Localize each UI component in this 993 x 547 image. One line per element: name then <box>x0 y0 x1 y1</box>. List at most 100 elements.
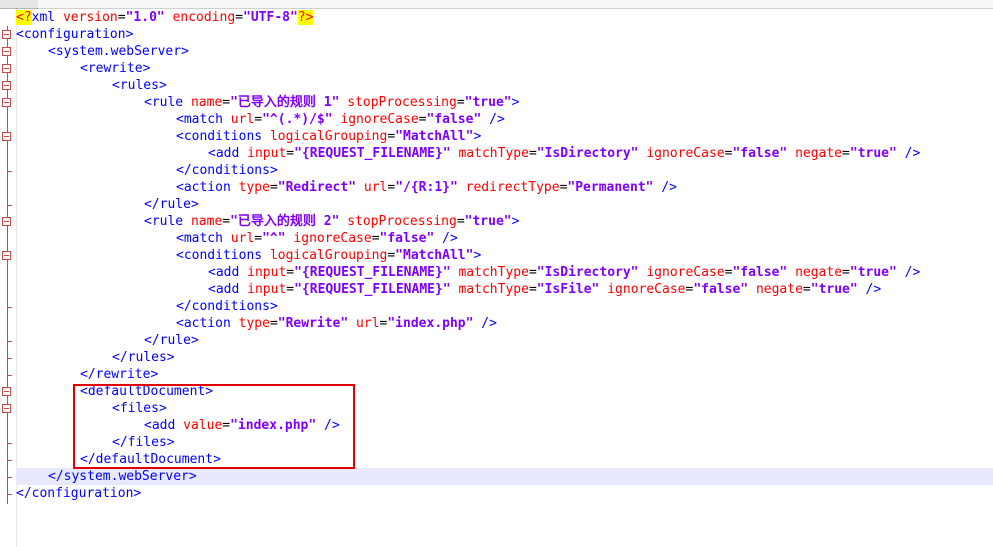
code-token-tag: add <box>215 265 240 280</box>
code-token-eq: = <box>286 265 295 280</box>
xml-editor[interactable]: <?xml version="1.0" encoding="UTF-8"?> <c… <box>0 0 993 547</box>
code-token-attr: negate <box>795 265 843 280</box>
code-token-bracket: < <box>80 61 88 76</box>
code-token-tag: match <box>183 112 223 127</box>
code-token-attr: matchType <box>458 265 529 280</box>
code-token-bracket: < <box>80 384 88 399</box>
code-token-attr: url <box>356 316 380 331</box>
code-token-val: "^(.*)/$" <box>262 112 333 127</box>
code-token-attr: logicalGrouping <box>269 129 388 144</box>
fold-margin[interactable] <box>0 9 17 547</box>
code-token-bracket: </ <box>80 367 96 382</box>
code-token-tag: configuration <box>31 486 134 501</box>
code-line[interactable]: <add input="{REQUEST_FILENAME}" matchTyp… <box>16 264 993 281</box>
code-token-eq: = <box>456 95 465 110</box>
fold-end-marker <box>7 494 12 495</box>
fold-end-marker <box>7 460 12 461</box>
code-token-bracket: > <box>190 333 199 348</box>
code-token-attr: stopProcessing <box>347 95 457 110</box>
code-token-bracket: > <box>190 197 199 212</box>
code-token-val: "IsDirectory" <box>536 265 639 280</box>
code-token-eq: = <box>528 146 537 161</box>
code-line[interactable]: </files> <box>16 434 993 451</box>
code-token-bracket: < <box>176 231 184 246</box>
code-token-bracket: /> <box>865 282 882 297</box>
document-tab[interactable] <box>0 0 39 9</box>
fold-toggle-icon[interactable] <box>2 64 11 73</box>
code-line[interactable]: <?xml version="1.0" encoding="UTF-8"?> <box>16 9 993 26</box>
code-token-val: "Redirect" <box>277 180 357 195</box>
code-token-attr: name <box>190 214 223 229</box>
code-token-val: "false" <box>426 112 482 127</box>
code-token-attr: ignoreCase <box>340 112 419 127</box>
code-line[interactable]: <conditions logicalGrouping="MatchAll"> <box>16 247 993 264</box>
fold-toggle-icon[interactable] <box>2 98 11 107</box>
fold-toggle-icon[interactable] <box>2 404 11 413</box>
code-line[interactable]: <configuration> <box>16 26 993 43</box>
code-token-attr: type <box>238 316 270 331</box>
code-line[interactable]: <rules> <box>16 77 993 94</box>
fold-toggle-icon[interactable] <box>2 251 11 260</box>
code-token-tag: match <box>183 231 223 246</box>
code-token-attr: type <box>238 180 270 195</box>
fold-toggle-icon[interactable] <box>2 81 11 90</box>
code-token-bracket: </ <box>144 333 160 348</box>
code-line[interactable]: <conditions logicalGrouping="MatchAll"> <box>16 128 993 145</box>
code-line[interactable]: <action type="Redirect" url="/{R:1}" red… <box>16 179 993 196</box>
code-token-bracket: < <box>144 418 152 433</box>
code-line[interactable]: <add input="{REQUEST_FILENAME}" matchTyp… <box>16 281 993 298</box>
code-token-bracket: > <box>158 78 167 93</box>
code-token-bracket: /> <box>904 265 921 280</box>
code-token-bracket: /> <box>324 418 340 433</box>
code-token-bracket: < <box>48 44 56 59</box>
code-token-tag: action <box>183 180 231 195</box>
code-line[interactable]: <defaultDocument> <box>16 383 993 400</box>
code-line[interactable]: <match url="^" ignoreCase="false" /> <box>16 230 993 247</box>
code-token-bracket: > <box>133 486 142 501</box>
code-token-val: "/{R:1}" <box>395 180 458 195</box>
code-line[interactable]: </rewrite> <box>16 366 993 383</box>
code-token-attr: value <box>183 418 223 433</box>
code-line[interactable]: <match url="^(.*)/$" ignoreCase="false" … <box>16 111 993 128</box>
code-line[interactable]: </defaultDocument> <box>16 451 993 468</box>
code-line[interactable]: </rule> <box>16 196 993 213</box>
code-line[interactable]: <rewrite> <box>16 60 993 77</box>
code-line[interactable]: <add input="{REQUEST_FILENAME}" matchTyp… <box>16 145 993 162</box>
code-token-tag: files <box>127 435 167 450</box>
code-token-tag: rules <box>119 78 159 93</box>
code-area[interactable]: <?xml version="1.0" encoding="UTF-8"?> <c… <box>16 9 993 502</box>
code-line[interactable]: </system.webServer> <box>16 468 993 485</box>
fold-toggle-icon[interactable] <box>2 387 11 396</box>
code-line[interactable]: <add value="index.php" /> <box>16 417 993 434</box>
code-line[interactable]: <files> <box>16 400 993 417</box>
code-line[interactable]: <system.webServer> <box>16 43 993 60</box>
code-line[interactable]: </conditions> <box>16 162 993 179</box>
fold-toggle-icon[interactable] <box>2 47 11 56</box>
code-line[interactable]: </rule> <box>16 332 993 349</box>
code-line[interactable]: <rule name="已导入的规则 1" stopProcessing="tr… <box>16 94 993 111</box>
code-token-tag: conditions <box>183 129 263 144</box>
code-token-eq: = <box>269 316 278 331</box>
code-line[interactable]: </configuration> <box>16 485 993 502</box>
fold-toggle-icon[interactable] <box>2 217 11 226</box>
code-line[interactable]: <action type="Rewrite" url="index.php" /… <box>16 315 993 332</box>
code-line[interactable]: <rule name="已导入的规则 2" stopProcessing="tr… <box>16 213 993 230</box>
code-line[interactable]: </conditions> <box>16 298 993 315</box>
fold-end-marker <box>7 443 12 444</box>
code-token-val: "{REQUEST_FILENAME}" <box>294 282 451 297</box>
code-token-tag: rewrite <box>87 61 143 76</box>
code-token-val: "IsFile" <box>536 282 600 297</box>
fold-toggle-icon[interactable] <box>2 30 11 39</box>
code-token-bracket: /> <box>904 146 921 161</box>
code-token-bracket: > <box>142 61 151 76</box>
fold-toggle-icon[interactable] <box>2 132 11 141</box>
code-token-eq: = <box>222 214 231 229</box>
code-line[interactable]: </rules> <box>16 349 993 366</box>
code-token-bracket: > <box>166 435 175 450</box>
code-token-tag: rewrite <box>95 367 151 382</box>
code-token-bracket: < <box>16 27 24 42</box>
